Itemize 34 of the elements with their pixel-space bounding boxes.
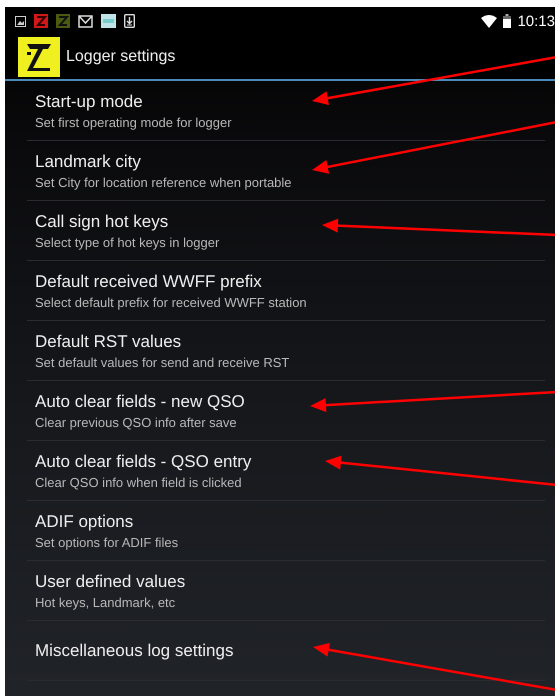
item-summary: Set default values for send and receive RST (35, 354, 290, 370)
item-title: Miscellaneous log settings (35, 640, 234, 660)
screen-title: Logger settings (66, 48, 176, 66)
settings-item[interactable]: Default received WWFF prefix Select default prefix for received WWFF station (27, 261, 545, 321)
app-logo-icon (18, 37, 60, 77)
mail-icon (78, 14, 93, 28)
item-summary: Set first operating mode for logger (35, 114, 233, 130)
picture-icon (15, 16, 26, 26)
item-title: Call sign hot keys (35, 212, 170, 232)
settings-item[interactable]: ADIF options Set options for ADIF files (27, 501, 545, 561)
app-icon (101, 14, 116, 28)
clock-time: 10:13 (517, 12, 555, 30)
item-title: Start-up mode (35, 92, 144, 112)
settings-item[interactable]: User defined values Hot keys, Landmark, etc (27, 561, 545, 621)
item-summary: Set options for ADIF files (35, 534, 180, 550)
app-icon (56, 14, 70, 28)
item-summary: Clear previous QSO info after save (35, 414, 238, 430)
item-title: Default RST values (35, 332, 182, 352)
item-title: Default received WWFF prefix (35, 272, 263, 292)
item-summary: Set City for location reference when portable (35, 174, 293, 190)
item-summary: Select type of hot keys in logger (35, 234, 220, 250)
wifi-icon (481, 14, 498, 28)
item-title: Landmark city (35, 152, 142, 172)
item-summary: Hot keys, Landmark, etc (35, 594, 176, 610)
item-title: Auto clear fields - QSO entry (35, 452, 252, 472)
download-icon (124, 14, 135, 28)
item-summary: Clear QSO info when field is clicked (35, 474, 243, 490)
item-summary: Select default prefix for received WWFF station (35, 294, 308, 310)
app-icon (34, 14, 48, 28)
settings-item[interactable]: Default RST values Set default values for send and receive RST (27, 321, 545, 381)
item-title: User defined values (35, 572, 186, 592)
item-title: ADIF options (35, 512, 134, 532)
item-title: Auto clear fields - new QSO (35, 392, 246, 412)
battery-icon (503, 14, 512, 28)
